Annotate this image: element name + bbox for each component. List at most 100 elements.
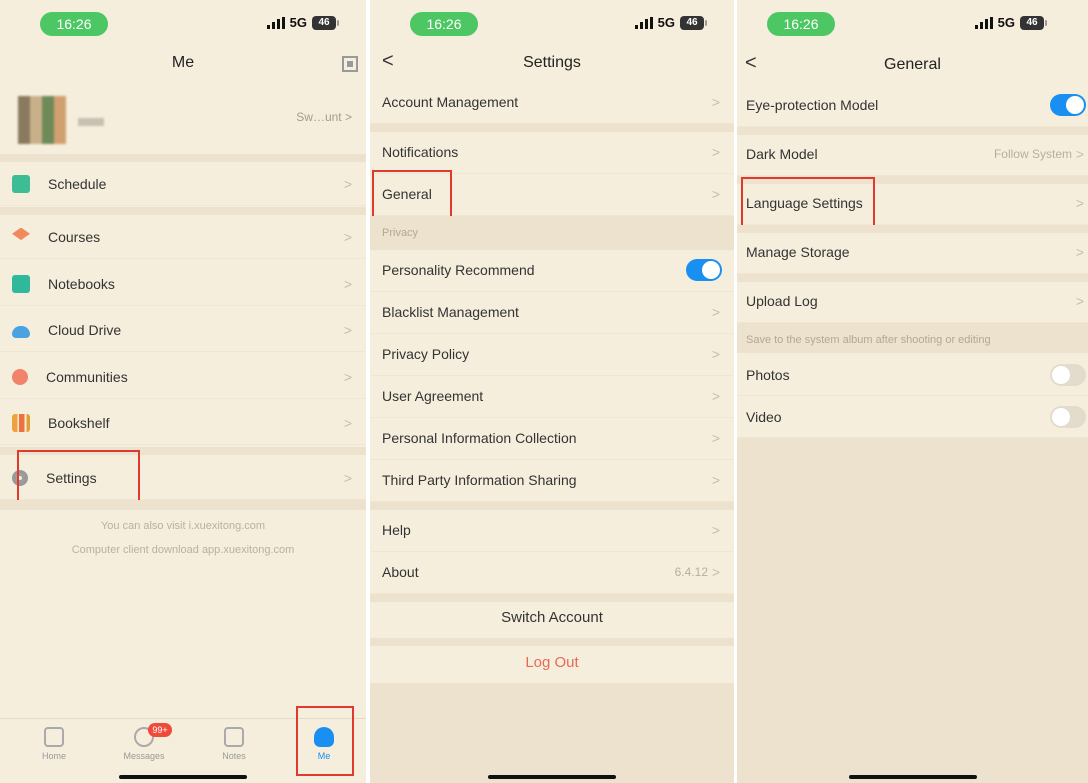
- settings-item-user-agreement[interactable]: User Agreement >: [370, 374, 734, 418]
- home-icon: [44, 727, 64, 747]
- signal-icon: [634, 16, 653, 29]
- general-screen: 16:26 5G 46 < General Eye-protection Mod…: [737, 0, 1088, 783]
- chevron-right-icon: >: [1075, 243, 1084, 260]
- general-item-video[interactable]: Video: [737, 396, 1088, 438]
- row-label: Dark Model: [746, 145, 818, 162]
- status-time: 16:26: [40, 12, 108, 36]
- settings-item-third-party[interactable]: Third Party Information Sharing >: [370, 458, 734, 502]
- personality-recommend-toggle[interactable]: [686, 258, 722, 281]
- profile-card[interactable]: Sw…unt >: [0, 80, 366, 152]
- general-item-upload-log[interactable]: Upload Log >: [737, 279, 1088, 323]
- tab-notes[interactable]: Notes: [204, 727, 264, 761]
- chevron-right-icon: >: [344, 110, 352, 124]
- menu-item-cloud-drive[interactable]: Cloud Drive >: [0, 308, 366, 352]
- chevron-right-icon: >: [711, 563, 720, 580]
- highlight-box: [741, 177, 875, 231]
- me-screen: 16:26 5G 46 Me Sw…unt > Schedule > Cours…: [0, 0, 366, 783]
- tab-home[interactable]: Home: [24, 727, 84, 761]
- settings-item-notifications[interactable]: Notifications >: [370, 130, 734, 174]
- chevron-right-icon: >: [711, 93, 720, 110]
- divider: [737, 438, 1088, 783]
- tab-messages[interactable]: 99+ Messages: [114, 723, 174, 761]
- settings-item-personal-info[interactable]: Personal Information Collection >: [370, 416, 734, 460]
- settings-item-personality-recommend[interactable]: Personality Recommend: [370, 248, 734, 292]
- status-bar: 16:26 5G 46: [370, 10, 734, 36]
- row-label: Privacy Policy: [382, 345, 470, 362]
- qr-code-icon[interactable]: [342, 56, 358, 72]
- switch-account-button[interactable]: Switch Account: [370, 598, 734, 638]
- notebooks-icon: [12, 274, 30, 293]
- settings-item-help[interactable]: Help >: [370, 508, 734, 552]
- chevron-right-icon: >: [711, 185, 720, 202]
- row-label: About: [382, 563, 419, 580]
- chevron-right-icon: >: [343, 175, 352, 192]
- status-time: 16:26: [767, 12, 835, 36]
- row-label: Video: [746, 408, 782, 425]
- menu-item-schedule[interactable]: Schedule >: [0, 162, 366, 206]
- row-label: Photos: [746, 366, 790, 383]
- row-label: Account Management: [382, 93, 519, 110]
- row-label: Upload Log: [746, 292, 818, 309]
- chevron-right-icon: >: [343, 368, 352, 385]
- chevron-right-icon: >: [1075, 292, 1084, 309]
- communities-icon: [12, 368, 28, 385]
- status-bar: 16:26 5G 46: [737, 10, 1088, 36]
- settings-item-blacklist[interactable]: Blacklist Management >: [370, 290, 734, 334]
- signal-indicator: 5G 46: [974, 15, 1047, 30]
- schedule-icon: [12, 174, 30, 193]
- chevron-right-icon: >: [711, 387, 720, 404]
- log-out-button[interactable]: Log Out: [370, 643, 734, 683]
- home-indicator: [488, 775, 616, 779]
- home-indicator: [848, 775, 977, 779]
- network-type: 5G: [289, 15, 307, 30]
- footer-note: You can also visit i.xuexitong.com: [100, 520, 266, 532]
- chevron-right-icon: >: [711, 303, 720, 320]
- general-item-manage-storage[interactable]: Manage Storage >: [737, 230, 1088, 274]
- dark-model-value: Follow System: [993, 146, 1072, 161]
- settings-item-account-management[interactable]: Account Management >: [370, 80, 734, 124]
- chevron-right-icon: >: [711, 429, 720, 446]
- divider: [0, 154, 366, 162]
- privacy-header: Privacy: [382, 227, 419, 239]
- menu-item-communities[interactable]: Communities >: [0, 355, 366, 399]
- page-title: General: [884, 56, 941, 73]
- chevron-right-icon: >: [711, 521, 720, 538]
- menu-label: Communities: [46, 368, 128, 385]
- chevron-right-icon: >: [343, 469, 352, 486]
- divider: [0, 500, 366, 510]
- tab-label: Notes: [222, 751, 246, 761]
- chevron-right-icon: >: [1075, 194, 1084, 211]
- settings-item-about[interactable]: About 6.4.12 >: [370, 550, 734, 594]
- highlight-box: [296, 706, 354, 776]
- tab-label: Home: [41, 751, 66, 761]
- row-label: Manage Storage: [746, 243, 850, 260]
- signal-icon: [974, 16, 993, 29]
- chevron-right-icon: >: [711, 143, 720, 160]
- switch-account-link[interactable]: Sw…unt >: [296, 110, 352, 124]
- eye-protection-toggle[interactable]: [1050, 93, 1086, 116]
- chevron-right-icon: >: [1075, 145, 1084, 162]
- chevron-right-icon: >: [711, 345, 720, 362]
- back-icon[interactable]: <: [382, 50, 394, 73]
- chevron-right-icon: >: [343, 414, 352, 431]
- row-label: Eye-protection Model: [746, 96, 879, 113]
- version-value: 6.4.12: [674, 564, 708, 579]
- general-item-photos[interactable]: Photos: [737, 354, 1088, 396]
- album-section-header: Save to the system album after shooting …: [746, 334, 991, 346]
- photos-toggle[interactable]: [1050, 363, 1086, 386]
- back-icon[interactable]: <: [745, 52, 757, 75]
- general-item-eye-protection[interactable]: Eye-protection Model: [737, 83, 1088, 127]
- avatar[interactable]: [18, 96, 104, 144]
- menu-item-bookshelf[interactable]: Bookshelf >: [0, 401, 366, 445]
- menu-item-notebooks[interactable]: Notebooks >: [0, 262, 366, 306]
- video-toggle[interactable]: [1050, 405, 1086, 428]
- general-item-dark-model[interactable]: Dark Model Follow System >: [737, 132, 1088, 176]
- menu-item-courses[interactable]: Courses >: [0, 215, 366, 259]
- row-label: Third Party Information Sharing: [382, 471, 577, 488]
- menu-label: Schedule: [48, 175, 107, 192]
- battery-icon: 46: [680, 15, 707, 30]
- menu-label: Courses: [48, 228, 101, 245]
- settings-item-privacy-policy[interactable]: Privacy Policy >: [370, 332, 734, 376]
- settings-screen: 16:26 5G 46 < Settings Account Managemen…: [370, 0, 734, 783]
- footer-note: Computer client download app.xuexitong.c…: [71, 544, 295, 556]
